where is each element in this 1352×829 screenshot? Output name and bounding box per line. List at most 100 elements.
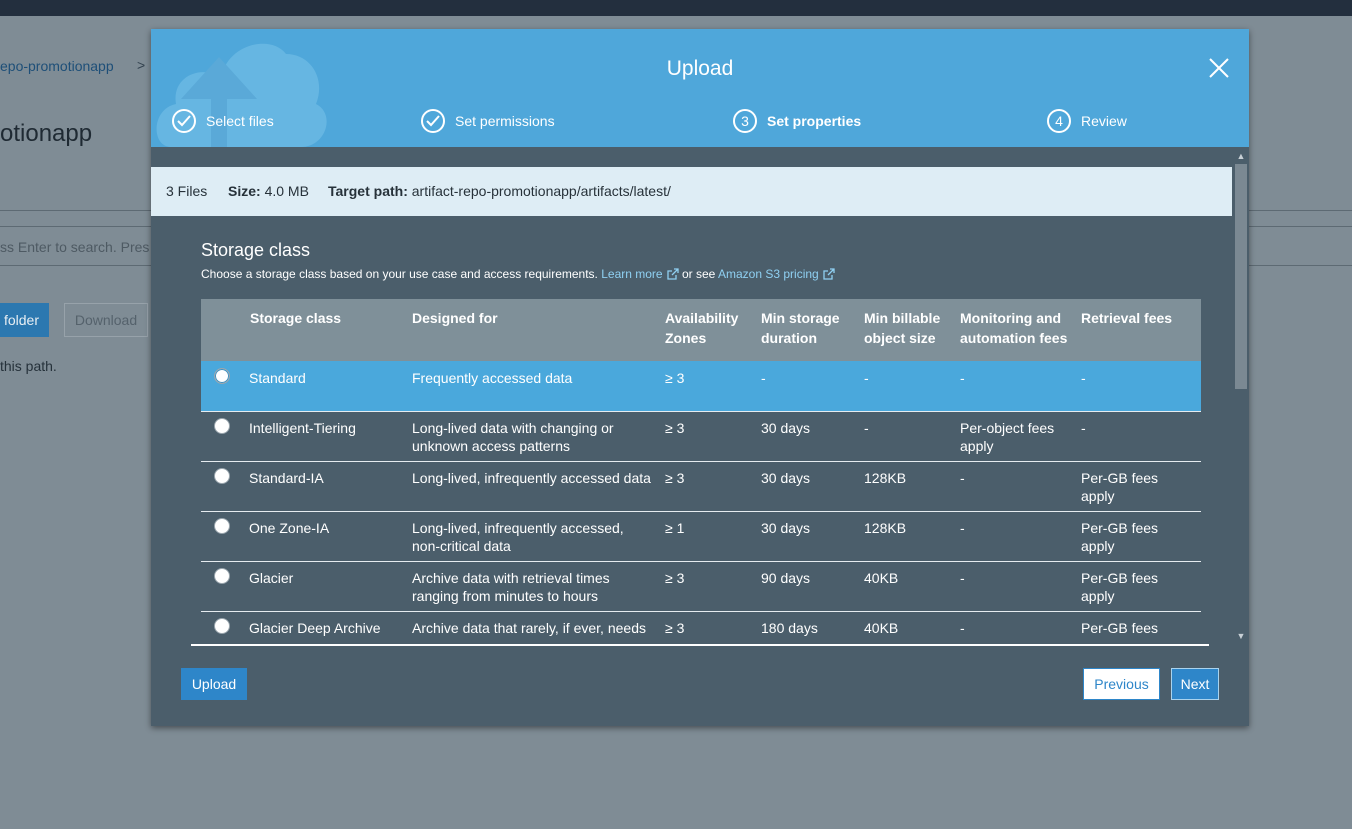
- cell-monitoring: -: [960, 520, 965, 536]
- create-folder-button[interactable]: folder: [0, 303, 49, 337]
- cell-monitoring: -: [960, 370, 965, 386]
- upload-modal: Upload Select files Set permissions 3 Se…: [151, 29, 1249, 726]
- close-icon[interactable]: [1207, 56, 1231, 80]
- cell-azs: ≥ 3: [665, 570, 685, 586]
- modal-scroll-area[interactable]: 3 Files Size: 4.0 MB Target path: artifa…: [151, 147, 1249, 646]
- column-header: Retrieval fees: [1081, 310, 1173, 326]
- previous-button[interactable]: Previous: [1083, 668, 1160, 700]
- cell-min-size: 128KB: [864, 470, 907, 486]
- check-icon: [172, 109, 196, 133]
- radio-button[interactable]: [214, 418, 230, 434]
- table-header: Storage class Designed for Availability …: [201, 299, 1201, 361]
- step-review[interactable]: 4 Review: [1047, 109, 1127, 133]
- column-header: Min billable object size: [864, 310, 941, 346]
- cell-azs: ≥ 3: [665, 620, 685, 636]
- cell-azs: ≥ 3: [665, 420, 685, 436]
- download-button[interactable]: Download: [64, 303, 148, 337]
- table-row[interactable]: Intelligent-Tiering Long-lived data with…: [201, 411, 1201, 462]
- table-row[interactable]: Glacier Archive data with retrieval time…: [201, 561, 1201, 612]
- upload-summary-bar: 3 Files Size: 4.0 MB Target path: artifa…: [151, 167, 1232, 216]
- search-placeholder: ss Enter to search. Pres: [0, 239, 150, 255]
- scrollbar-thumb[interactable]: [1235, 164, 1247, 389]
- breadcrumb-link[interactable]: epo-promotionapp: [0, 58, 114, 74]
- radio-button[interactable]: [214, 368, 230, 384]
- target-path-info: Target path: artifact-repo-promotionapp/…: [328, 183, 671, 199]
- radio-button[interactable]: [214, 618, 230, 634]
- external-link-icon: [666, 268, 679, 280]
- cell-min-duration: 30 days: [761, 470, 811, 486]
- step-number: 3: [733, 109, 757, 133]
- cell-azs: ≥ 1: [665, 520, 685, 536]
- step-set-permissions[interactable]: Set permissions: [421, 109, 555, 133]
- cell-monitoring: Per-object fees apply: [960, 420, 1055, 454]
- s3-pricing-link[interactable]: Amazon S3 pricing: [718, 267, 835, 281]
- column-header: Monitoring and automation fees: [960, 310, 1068, 346]
- cell-retrieval: -: [1081, 370, 1086, 386]
- empty-path-text: this path.: [0, 358, 57, 374]
- radio-button[interactable]: [214, 518, 230, 534]
- storage-class-description: Choose a storage class based on your use…: [201, 267, 835, 281]
- cell-min-size: -: [864, 370, 869, 386]
- cell-retrieval: Per-GB fees apply: [1081, 570, 1159, 604]
- learn-more-link[interactable]: Learn more: [601, 267, 679, 281]
- cell-designed-for: Archive data that rarely, if ever, needs: [412, 620, 646, 636]
- step-label: Set properties: [767, 113, 862, 129]
- size-info: Size: 4.0 MB: [228, 183, 309, 199]
- cell-designed-for: Long-lived, infrequently accessed, non-c…: [412, 520, 624, 554]
- column-header: Designed for: [412, 310, 498, 326]
- cell-name: Intelligent-Tiering: [249, 420, 356, 436]
- cell-designed-for: Long-lived data with changing or unknown…: [412, 420, 614, 454]
- table-row[interactable]: Standard Frequently accessed data ≥ 3 - …: [201, 361, 1201, 412]
- cell-retrieval: Per-GB fees apply: [1081, 520, 1159, 554]
- cell-min-size: 40KB: [864, 570, 899, 586]
- cell-azs: ≥ 3: [665, 470, 685, 486]
- column-header: Min storage duration: [761, 310, 840, 346]
- table-row[interactable]: One Zone-IA Long-lived, infrequently acc…: [201, 511, 1201, 562]
- cell-min-size: -: [864, 420, 869, 436]
- cell-name: Standard-IA: [249, 470, 324, 486]
- radio-button[interactable]: [214, 568, 230, 584]
- file-count: 3 Files: [166, 183, 208, 199]
- step-label: Review: [1081, 113, 1127, 129]
- cell-min-duration: 180 days: [761, 620, 818, 636]
- step-label: Set permissions: [455, 113, 555, 129]
- cell-monitoring: -: [960, 620, 965, 636]
- cell-name: Glacier Deep Archive: [249, 620, 381, 636]
- external-link-icon: [823, 268, 835, 280]
- cell-min-size: 40KB: [864, 620, 899, 636]
- cell-name: Glacier: [249, 570, 294, 586]
- column-header: Availability Zones: [665, 310, 739, 346]
- cell-retrieval: Per-GB fees: [1081, 620, 1159, 636]
- table-row[interactable]: Glacier Deep Archive Archive data that r…: [201, 611, 1201, 646]
- modal-header: Upload Select files Set permissions 3 Se…: [151, 29, 1249, 147]
- cell-min-duration: 30 days: [761, 520, 811, 536]
- storage-class-heading: Storage class: [201, 240, 311, 260]
- breadcrumb-separator: >: [137, 57, 146, 73]
- cell-min-size: 128KB: [864, 520, 907, 536]
- scroll-down-arrow-icon[interactable]: ▼: [1235, 630, 1247, 642]
- step-number: 4: [1047, 109, 1071, 133]
- cell-designed-for: Archive data with retrieval times rangin…: [412, 570, 610, 604]
- cell-name: Standard: [249, 370, 306, 386]
- table-row[interactable]: Standard-IA Long-lived, infrequently acc…: [201, 461, 1201, 512]
- scroll-up-arrow-icon[interactable]: ▲: [1235, 150, 1247, 162]
- step-select-files[interactable]: Select files: [172, 109, 274, 133]
- check-icon: [421, 109, 445, 133]
- upload-button[interactable]: Upload: [181, 668, 247, 700]
- step-label: Select files: [206, 113, 274, 129]
- page-title: otionapp: [0, 120, 93, 147]
- cell-designed-for: Frequently accessed data: [412, 370, 573, 386]
- modal-title: Upload: [666, 57, 734, 80]
- cell-min-duration: -: [761, 370, 766, 386]
- next-button[interactable]: Next: [1171, 668, 1219, 700]
- cell-min-duration: 90 days: [761, 570, 811, 586]
- cell-designed-for: Long-lived, infrequently accessed data: [412, 470, 651, 486]
- cell-name: One Zone-IA: [249, 520, 330, 536]
- cell-min-duration: 30 days: [761, 420, 811, 436]
- column-header: Storage class: [250, 310, 342, 326]
- cell-retrieval: Per-GB fees apply: [1081, 470, 1159, 504]
- cell-monitoring: -: [960, 570, 965, 586]
- radio-button[interactable]: [214, 468, 230, 484]
- step-set-properties[interactable]: 3 Set properties: [733, 109, 861, 133]
- cell-azs: ≥ 3: [665, 370, 685, 386]
